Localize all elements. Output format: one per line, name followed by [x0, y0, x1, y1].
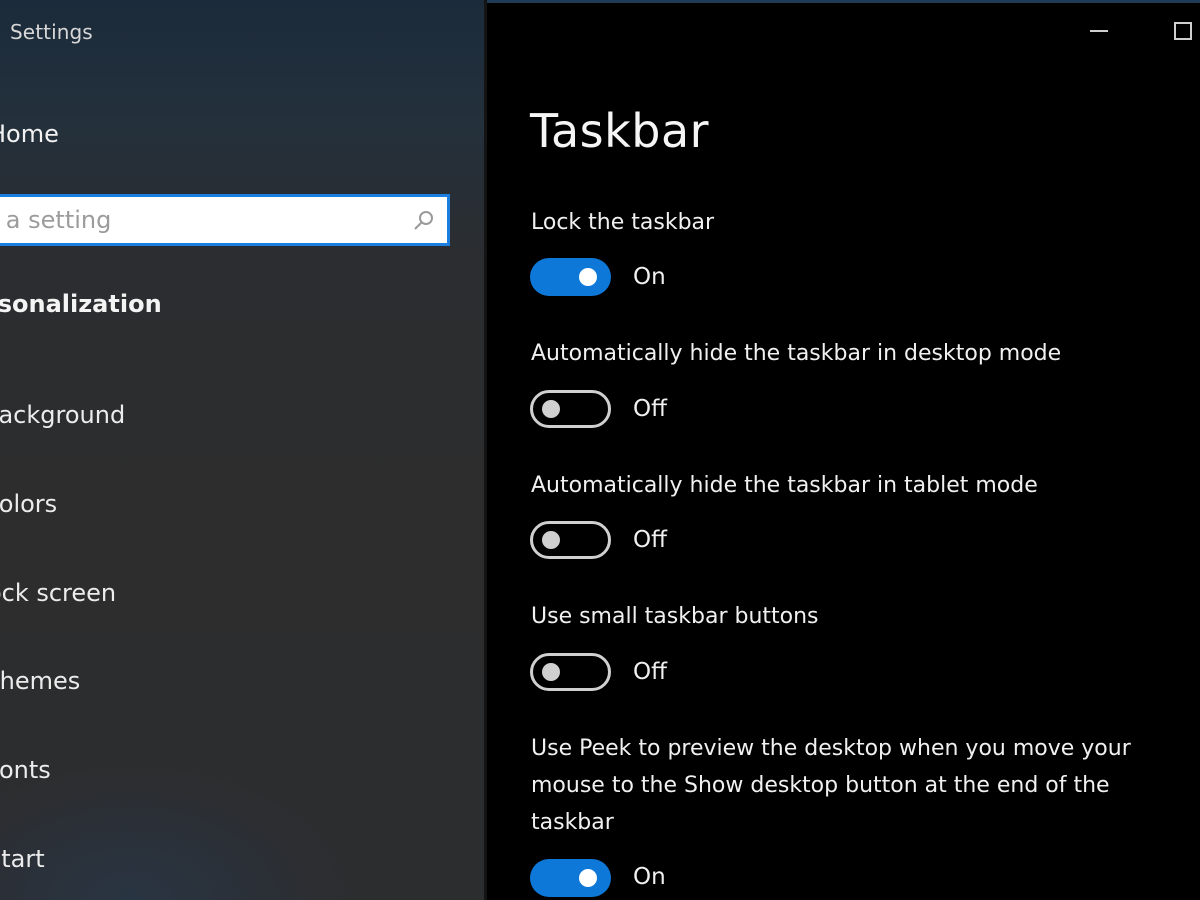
sidebar-item-fonts[interactable]: Fonts	[0, 756, 51, 784]
search-input[interactable]	[0, 197, 393, 243]
toggle-state-label: Off	[633, 396, 667, 422]
sidebar-item-label: Background	[0, 401, 126, 429]
sidebar-item-home[interactable]: Home	[0, 120, 59, 148]
toggle-state-label: Off	[633, 659, 667, 685]
sidebar-item-themes[interactable]: Themes	[0, 667, 80, 695]
search-box[interactable]	[0, 194, 450, 246]
toggle-state-label: On	[633, 864, 666, 890]
toggle-autohide-tablet[interactable]	[530, 521, 611, 559]
toggle-lock-taskbar[interactable]	[530, 258, 611, 296]
toggle-knob	[542, 531, 560, 549]
sidebar-item-label: Start	[0, 845, 45, 873]
toggle-knob	[542, 663, 560, 681]
sidebar-item-label: Fonts	[0, 756, 51, 784]
sidebar-item-label: Colors	[0, 490, 58, 518]
maximize-button[interactable]	[1163, 14, 1200, 50]
setting-label-lock-taskbar: Lock the taskbar	[531, 210, 715, 235]
page-title: Taskbar	[530, 104, 710, 158]
minimize-icon	[1090, 30, 1108, 32]
setting-label-peek: Use Peek to preview the desktop when you…	[531, 736, 1131, 835]
maximize-icon	[1174, 22, 1192, 40]
app-title: Settings	[10, 20, 93, 44]
toggle-peek[interactable]	[530, 859, 611, 897]
sidebar-item-background[interactable]: Background	[0, 401, 125, 429]
sidebar	[0, 0, 486, 900]
toggle-knob	[579, 268, 597, 286]
toggle-knob	[579, 869, 597, 887]
setting-label-autohide-tablet: Automatically hide the taskbar in tablet…	[531, 473, 1038, 498]
toggle-small-buttons[interactable]	[530, 653, 611, 691]
setting-label-small-buttons: Use small taskbar buttons	[531, 604, 819, 629]
minimize-button[interactable]	[1079, 14, 1119, 50]
toggle-autohide-desktop[interactable]	[530, 390, 611, 428]
section-title: Personalization	[0, 290, 162, 318]
toggle-state-label: On	[633, 264, 666, 290]
sidebar-divider	[484, 0, 487, 900]
toggle-knob	[542, 400, 560, 418]
sidebar-item-start[interactable]: Start	[0, 845, 45, 873]
sidebar-item-label: Lock screen	[0, 579, 117, 607]
setting-label-autohide-desktop: Automatically hide the taskbar in deskto…	[531, 341, 1062, 366]
sidebar-item-label: Home	[0, 120, 59, 148]
search-icon[interactable]	[413, 209, 435, 231]
sidebar-item-lock-screen[interactable]: Lock screen	[0, 579, 116, 607]
sidebar-item-label: Themes	[0, 667, 81, 695]
sidebar-item-colors[interactable]: Colors	[0, 490, 57, 518]
toggle-state-label: Off	[633, 527, 667, 553]
